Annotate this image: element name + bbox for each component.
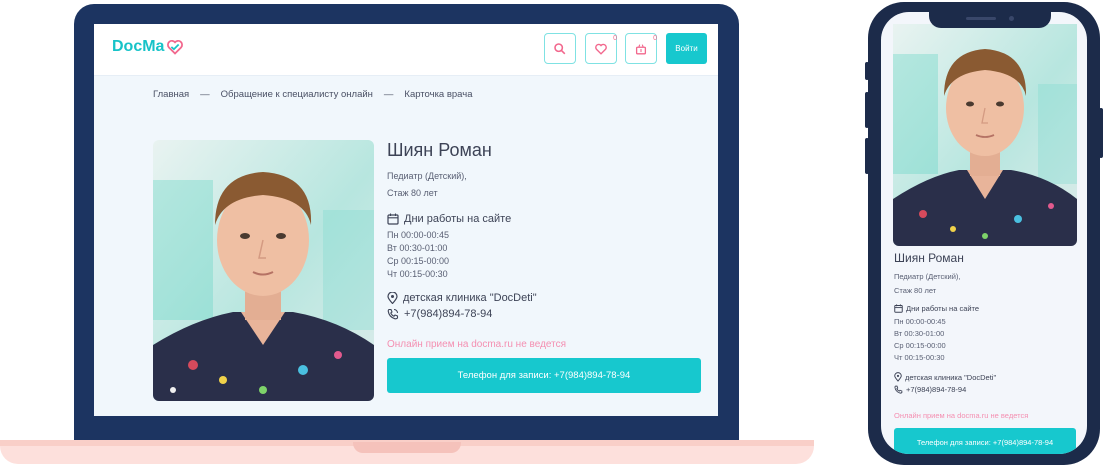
breadcrumb-separator: — [200, 89, 210, 100]
schedule-list-mobile: Пн 00:00-00:45 Вт 00:30-01:00 Ср 00:15-0… [894, 316, 1080, 364]
doctor-name-mobile: Шиян Роман [894, 251, 964, 265]
location-pin-icon [387, 292, 398, 304]
breadcrumb-online-consult[interactable]: Обращение к специалисту онлайн [221, 89, 373, 100]
online-note-mobile: Онлайн прием на docma.ru не ведется [894, 411, 1029, 420]
work-days-label-mobile: Дни работы на сайте [906, 304, 980, 313]
schedule-item: Вт 00:30-01:00 [894, 329, 945, 338]
doctor-phone-mobile[interactable]: +7(984)894-78-94 [906, 385, 966, 394]
favorites-count: 0 [613, 35, 617, 42]
phone-line-mobile: +7(984)894-78-94 [894, 385, 1080, 394]
doctor-name: Шиян Роман [387, 140, 492, 160]
doctor-photo [153, 140, 374, 401]
calendar-icon [387, 213, 399, 225]
schedule-list: Пн 00:00-00:45 Вт 00:30-01:00 Ср 00:15-0… [387, 229, 707, 281]
doctor-info: Шиян Роман Педиатр (Детский), Стаж 80 ле… [387, 140, 707, 393]
site-header: DocMa 0 0 Войти [94, 24, 718, 76]
work-days-heading: Дни работы на сайте [387, 213, 707, 225]
breadcrumb-current: Карточка врача [404, 89, 473, 100]
doctor-photo-mobile [893, 24, 1077, 246]
doctor-specialty: Педиатр (Детский), [387, 171, 467, 181]
cart-button[interactable]: 0 [625, 33, 657, 64]
favorites-button[interactable]: 0 [585, 33, 617, 64]
phone-icon [894, 385, 903, 394]
schedule-item: Ср 00:15-00:00 [387, 256, 450, 266]
clinic-line: детская клиника "DocDeti" [387, 292, 707, 304]
clinic-line-mobile: детская клиника "DocDeti" [894, 372, 1080, 382]
schedule-item: Вт 00:30-01:00 [387, 243, 448, 253]
basket-icon [635, 43, 647, 54]
phone-line: +7(984)894-78-94 [387, 308, 707, 320]
phone-icon [387, 308, 399, 320]
doctor-experience-mobile: Стаж 80 лет [894, 286, 937, 295]
doctor-info-mobile: Шиян Роман Педиатр (Детский), Стаж 80 ле… [894, 251, 1080, 454]
call-button-mobile[interactable]: Телефон для записи: +7(984)894-78-94 [894, 428, 1076, 454]
schedule-item: Пн 00:00-00:45 [894, 317, 946, 326]
laptop-notch [353, 442, 461, 453]
search-button[interactable] [544, 33, 576, 64]
schedule-item: Чт 00:15-00:30 [894, 353, 945, 362]
schedule-item: Ср 00:15-00:00 [894, 341, 946, 350]
breadcrumb-home[interactable]: Главная [153, 89, 189, 100]
heart-icon [595, 43, 607, 55]
phone-camera [1009, 16, 1014, 21]
doctor-specialty-mobile: Педиатр (Детский), [894, 272, 961, 281]
location-pin-icon [894, 372, 902, 382]
phone-screen: Шиян Роман Педиатр (Детский), Стаж 80 ле… [881, 12, 1087, 454]
work-days-label: Дни работы на сайте [404, 213, 512, 225]
search-icon [554, 42, 566, 54]
phone-speaker [966, 17, 996, 20]
breadcrumb-separator: — [383, 89, 394, 100]
calendar-icon [894, 304, 903, 313]
schedule-item: Чт 00:15-00:30 [387, 269, 448, 279]
logo[interactable]: DocMa [112, 38, 184, 56]
laptop-screen: DocMa 0 0 Войти Главная — Обращение к сп… [94, 24, 718, 416]
online-note: Онлайн прием на docma.ru не ведется [387, 339, 567, 350]
doctor-phone[interactable]: +7(984)894-78-94 [404, 308, 492, 320]
doctor-experience: Стаж 80 лет [387, 188, 438, 198]
login-button[interactable]: Войти [666, 33, 707, 64]
work-days-heading-mobile: Дни работы на сайте [894, 304, 1080, 313]
logo-text: DocMa [112, 38, 165, 55]
breadcrumb: Главная — Обращение к специалисту онлайн… [153, 89, 473, 100]
logo-heart-icon [167, 39, 184, 55]
clinic-name[interactable]: детская клиника "DocDeti" [403, 292, 537, 304]
call-button[interactable]: Телефон для записи: +7(984)894-78-94 [387, 358, 701, 393]
clinic-name-mobile[interactable]: детская клиника "DocDeti" [905, 373, 996, 382]
schedule-item: Пн 00:00-00:45 [387, 230, 449, 240]
cart-count: 0 [653, 35, 657, 42]
